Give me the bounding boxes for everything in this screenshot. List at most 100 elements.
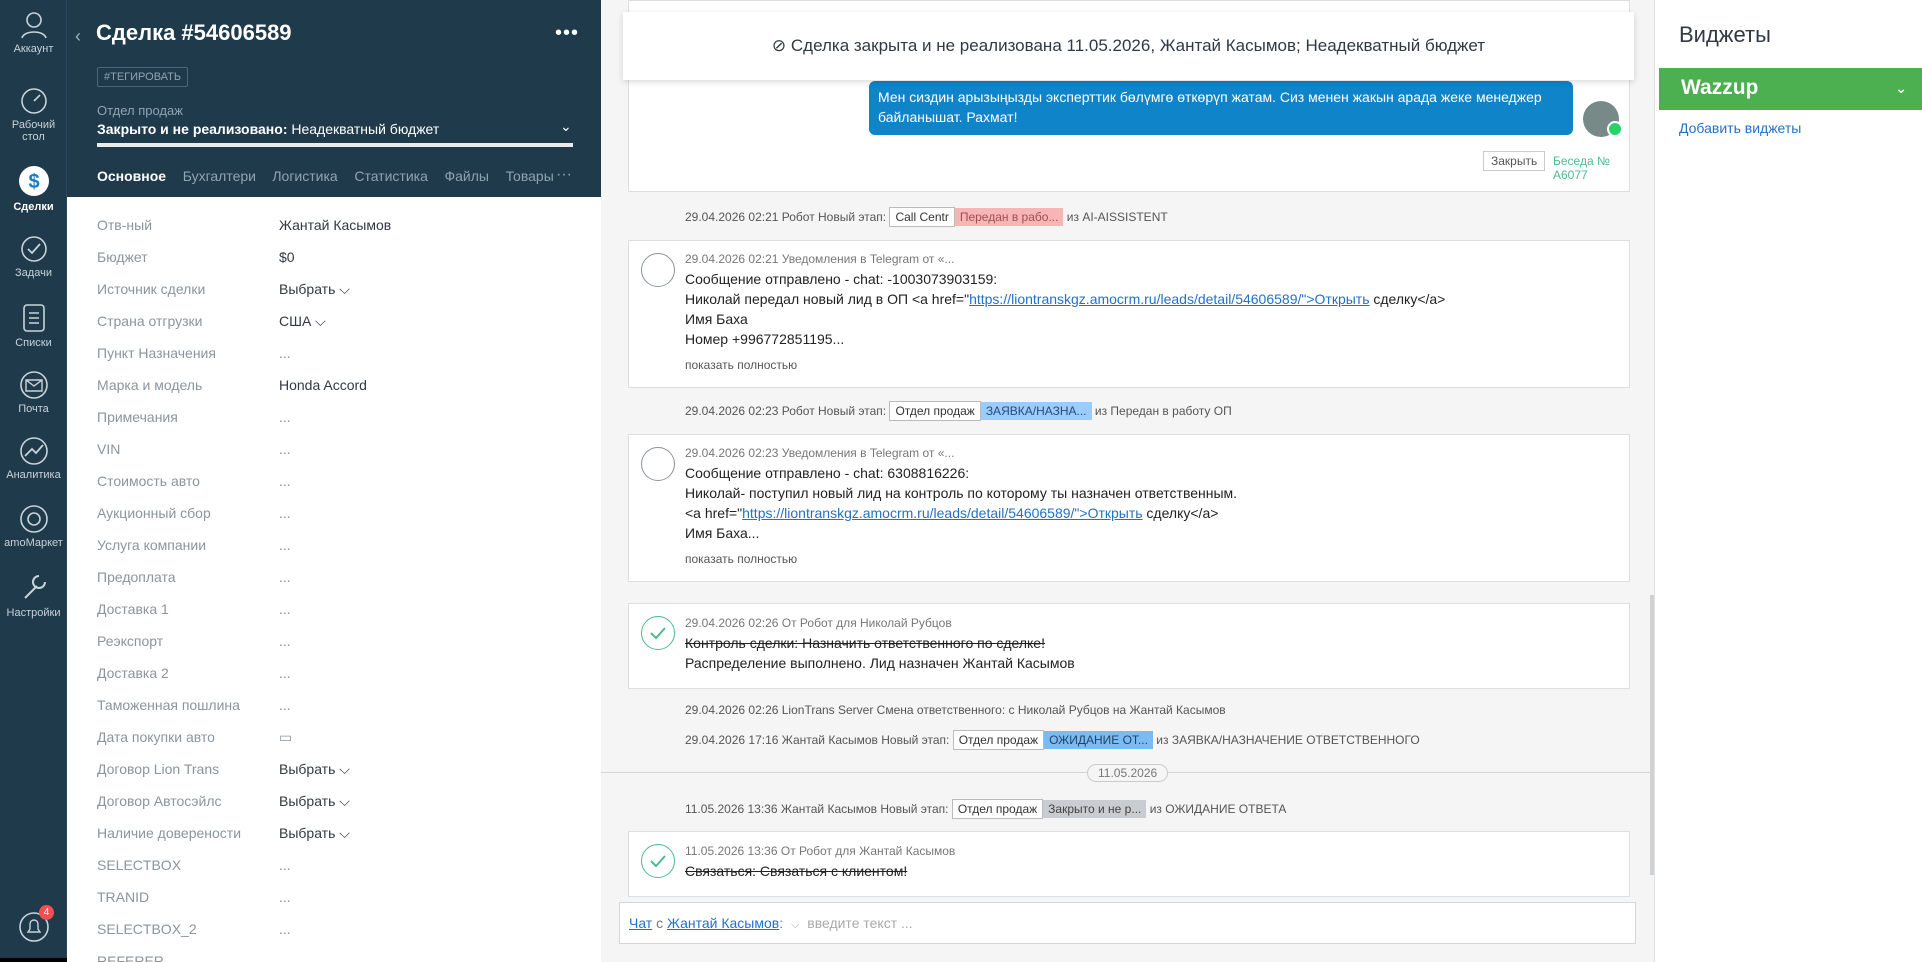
nav-market[interactable]: amoМаркет xyxy=(0,504,67,549)
stage-tag: Передан в рабо... xyxy=(954,208,1064,226)
field-value[interactable]: ... xyxy=(279,537,291,553)
nav-settings[interactable]: Настройки xyxy=(0,572,67,619)
field-label: REFERER xyxy=(97,953,164,962)
field-value[interactable]: США ⌵ xyxy=(279,313,326,330)
chevron-down-icon[interactable]: ⌄ xyxy=(1895,80,1907,97)
chevron-down-icon[interactable]: ⌄ xyxy=(560,118,572,135)
responsible-change-event: 29.04.2026 02:26 LionTrans Server Смена … xyxy=(685,703,1226,717)
task-note: 29.04.2026 02:26 От Робот для Николай Ру… xyxy=(628,603,1630,689)
tag-button[interactable]: #ТЕГИРОВАТЬ xyxy=(97,67,189,87)
date-separator: 11.05.2026 xyxy=(1087,764,1169,782)
add-widgets-link[interactable]: Добавить виджеты xyxy=(1679,120,1801,136)
field-value[interactable]: ... xyxy=(279,633,291,649)
back-arrow-icon[interactable]: ‹ xyxy=(75,26,81,47)
field-value[interactable]: $0 xyxy=(279,249,295,265)
field-label: Бюджет xyxy=(97,249,148,265)
deal-field-row: Наличие довереноcти Выбрать ⌵ xyxy=(97,819,567,851)
field-value[interactable]: ... xyxy=(279,857,291,873)
field-value[interactable]: ▭ xyxy=(279,729,292,746)
deal-field-row: Бюджет $0 xyxy=(97,243,567,275)
field-value[interactable]: Выбрать ⌵ xyxy=(279,761,350,778)
chevron-down-icon[interactable]: ⌵ xyxy=(791,919,799,931)
field-value[interactable]: Выбрать ⌵ xyxy=(279,825,350,842)
tab-logistics[interactable]: Логистика xyxy=(272,168,337,184)
field-label: Марка и модель xyxy=(97,377,203,393)
tab-accounting[interactable]: Бухгалтерия xyxy=(183,168,256,184)
task-completed-icon xyxy=(641,616,675,650)
event-text: 29.04.2026 02:21 Робот Новый этап: xyxy=(685,210,887,224)
message-input[interactable]: введите текст ... xyxy=(807,915,912,931)
nav-label: Настройки xyxy=(6,607,61,619)
close-conversation-button[interactable]: Закрыть xyxy=(1483,151,1546,171)
field-value[interactable]: ... xyxy=(279,889,291,905)
task-meta: 11.05.2026 13:36 От Робот для Жантай Кас… xyxy=(685,844,956,858)
event-text: 11.05.2026 13:36 Жантай Касымов Новый эт… xyxy=(685,802,949,816)
field-value[interactable]: ... xyxy=(279,569,291,585)
field-value[interactable]: ... xyxy=(279,697,291,713)
nav-label: Аналитика xyxy=(6,469,61,481)
field-value[interactable]: ... xyxy=(279,441,291,457)
widgets-panel: Виджеты Wazzup ⌄ Добавить виджеты xyxy=(1654,0,1922,962)
task-note: 11.05.2026 13:36 От Робот для Жантай Кас… xyxy=(628,831,1630,897)
event-text: 29.04.2026 17:16 Жантай Касымов Новый эт… xyxy=(685,733,950,747)
nav-deals[interactable]: $ Сделки xyxy=(0,164,67,213)
field-value[interactable]: ... xyxy=(279,473,291,489)
wazzup-widget[interactable]: Wazzup ⌄ xyxy=(1659,68,1922,110)
show-more-link[interactable]: показать полностью xyxy=(685,358,797,372)
chat-recipient-link[interactable]: Жантай Касымов xyxy=(667,915,779,931)
deal-field-row: Отв-ный Жантай Касымов xyxy=(97,211,567,243)
field-label: Предоплата xyxy=(97,569,176,585)
field-value[interactable]: Honda Accord xyxy=(279,377,367,393)
more-menu-icon[interactable]: ••• xyxy=(555,22,579,45)
deal-field-row: Стоимость авто... xyxy=(97,467,567,499)
field-value[interactable]: Жантай Касымов xyxy=(279,217,391,233)
deal-field-row: VIN... xyxy=(97,435,567,467)
field-value[interactable]: Выбрать ⌵ xyxy=(279,793,350,810)
telegram-note: 29.04.2026 02:21 Уведомления в Telegram … xyxy=(628,240,1630,388)
pipeline-progress-bar xyxy=(97,143,573,147)
nav-label: Рабочий стол xyxy=(11,119,56,143)
nav-label: Почта xyxy=(18,403,49,415)
field-value[interactable]: ... xyxy=(279,665,291,681)
nav-lists[interactable]: Списки xyxy=(0,302,67,349)
analytics-icon xyxy=(19,437,48,465)
tab-main[interactable]: Основное xyxy=(97,168,166,184)
field-value[interactable]: Выбрать ⌵ xyxy=(279,281,350,298)
deal-field-row: Договор Автосэйлс Выбрать ⌵ xyxy=(97,787,567,819)
tab-files[interactable]: Файлы xyxy=(444,168,488,184)
event-suffix: из ЗАЯВКА/НАЗНАЧЕНИЕ ОТВЕТСТВЕННОГО xyxy=(1156,733,1420,747)
note-line: Сообщение отправлено - chat: -1003073903… xyxy=(685,271,998,287)
nav-notifications[interactable] xyxy=(0,910,67,947)
field-label: Доставка 1 xyxy=(97,601,169,617)
account-icon xyxy=(20,12,47,39)
nav-account[interactable]: Аккаунт xyxy=(0,10,67,55)
field-value[interactable]: ... xyxy=(279,345,291,361)
show-more-link[interactable]: показать полностью xyxy=(685,552,797,566)
chat-type-link[interactable]: Чат xyxy=(629,915,652,931)
tab-statistics[interactable]: Статистика xyxy=(354,168,428,184)
tabs-more-icon[interactable]: ··· xyxy=(556,166,572,184)
field-label: Договор Lion Trans xyxy=(97,761,220,777)
whatsapp-icon xyxy=(1607,121,1623,137)
field-label: SELECTBOX xyxy=(97,857,182,873)
field-value[interactable]: ... xyxy=(279,409,291,425)
pipeline-status-select[interactable]: Закрыто и не реализовано: Неадекватный б… xyxy=(97,121,439,137)
field-value[interactable]: ... xyxy=(279,505,291,521)
chat-composer[interactable]: Чат с Жантай Касымов: ⌵ введите текст ..… xyxy=(619,902,1636,944)
field-label: Аукционный сбор xyxy=(97,505,211,521)
lists-icon xyxy=(22,304,45,332)
field-label: Договор Автосэйлс xyxy=(97,793,222,809)
note-link[interactable]: https://liontranskgz.amocrm.ru/leads/det… xyxy=(969,291,1369,307)
conversation-link[interactable]: Беседа № A6077 xyxy=(1553,154,1629,182)
nav-mail[interactable]: Почта xyxy=(0,370,67,415)
nav-tasks[interactable]: Задачи xyxy=(0,234,67,279)
deal-field-row: Аукционный сбор... xyxy=(97,499,567,531)
field-value[interactable]: ... xyxy=(279,601,291,617)
nav-analytics[interactable]: Аналитика xyxy=(0,436,67,481)
field-label: Таможенная пошлина xyxy=(97,697,240,713)
note-link[interactable]: https://liontranskgz.amocrm.ru/leads/det… xyxy=(742,505,1142,521)
nav-dashboard[interactable]: Рабочий стол xyxy=(0,86,67,143)
deals-icon: $ xyxy=(18,166,49,196)
tab-products[interactable]: Товары xyxy=(506,168,554,184)
field-value[interactable]: ... xyxy=(279,921,291,937)
